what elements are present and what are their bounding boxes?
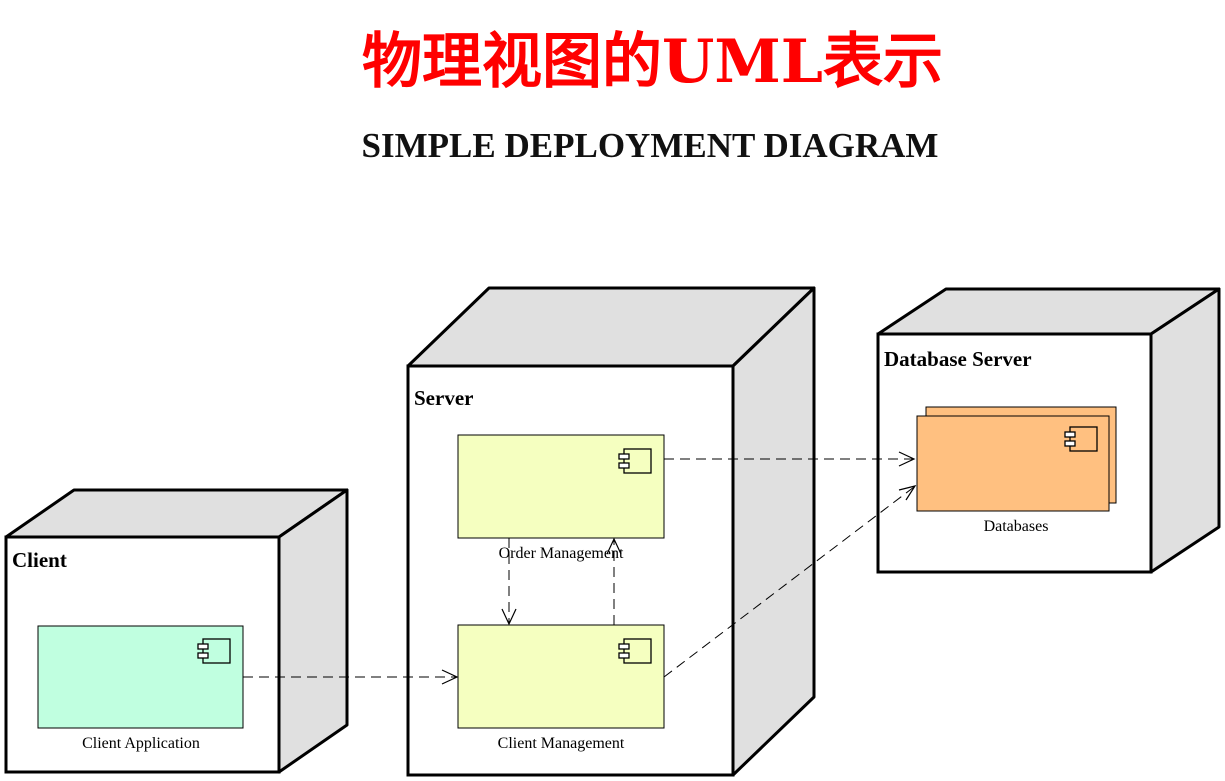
client-node-side [277,488,349,774]
database-server-node: Database Server Databases [876,287,1221,574]
client-application-label: Client Application [82,735,200,752]
database-node-side [1149,287,1221,574]
databases-label: Databases [984,518,1049,535]
order-management-component[interactable] [457,434,665,539]
client-node: Client Client Application [4,488,349,774]
server-node-side [731,286,816,777]
server-node-label: Server [414,386,473,410]
client-management-label: Client Management [498,735,625,752]
client-application-component[interactable] [37,625,244,729]
server-node: Server Order Management Client Managemen… [406,286,816,777]
client-management-component[interactable] [457,624,665,729]
client-node-label: Client [12,548,67,572]
database-server-label: Database Server [884,347,1032,371]
databases-component[interactable] [916,406,1117,512]
order-management-label: Order Management [499,545,624,562]
deployment-diagram: Client Client Application Server Order M… [4,286,1221,777]
